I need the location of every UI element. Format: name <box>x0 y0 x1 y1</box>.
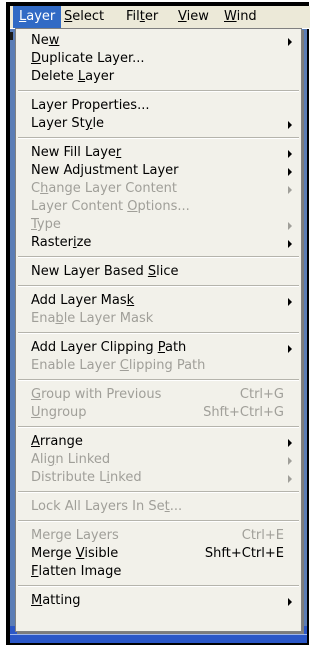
menu-item-new-fill-layer[interactable]: New Fill Layer <box>16 144 301 162</box>
menu-item-label: Change Layer Content <box>31 181 177 196</box>
menu-item-label: Delete Layer <box>31 69 115 84</box>
submenu-arrow-icon <box>288 598 292 606</box>
menu-item-label: Lock All Layers In Set... <box>31 499 183 514</box>
submenu-arrow-icon <box>288 121 292 129</box>
shortcut-text: Shft+Ctrl+E <box>204 546 284 561</box>
menu-bar: Layer Select Filter View Wind <box>10 6 310 29</box>
menu-item-enable-layer-clipping-path[interactable]: Enable Layer Clipping Path <box>16 357 301 375</box>
menu-filter[interactable]: Filter <box>120 6 164 28</box>
menu-item-group-with-previous[interactable]: Group with Previous Ctrl+G <box>16 386 301 404</box>
menu-separator <box>18 285 299 287</box>
status-strip-line <box>10 634 307 635</box>
menu-item-label: Add Layer Clipping Path <box>31 340 187 355</box>
menu-item-add-layer-clipping-path[interactable]: Add Layer Clipping Path <box>16 339 301 357</box>
menu-item-change-layer-content[interactable]: Change Layer Content <box>16 180 301 198</box>
menu-item-type[interactable]: Type <box>16 216 301 234</box>
menu-item-label: Type <box>31 217 61 232</box>
menu-item-matting[interactable]: Matting <box>16 592 301 610</box>
menu-item-label: Layer Style <box>31 116 105 131</box>
menu-layer[interactable]: Layer <box>13 6 62 28</box>
menu-item-enable-layer-mask[interactable]: Enable Layer Mask <box>16 310 301 328</box>
menu-item-label: Align Linked <box>31 452 111 467</box>
layer-dropdown-menu: New Duplicate Layer... Delete Layer Layer P… <box>15 28 302 632</box>
menu-separator <box>18 379 299 381</box>
menu-item-merge-layers[interactable]: Merge Layers Ctrl+E <box>16 527 301 545</box>
submenu-arrow-icon <box>288 38 292 46</box>
menu-separator <box>18 491 299 493</box>
menu-item-label: Group with Previous <box>31 387 162 402</box>
menu-item-new[interactable]: New <box>16 32 301 50</box>
ruler-mark <box>10 32 13 40</box>
menu-item-label: New Layer Based Slice <box>31 264 179 279</box>
shortcut-text: Ctrl+G <box>239 387 284 402</box>
menu-item-layer-properties[interactable]: Layer Properties... <box>16 97 301 115</box>
menu-item-lock-all-layers-in-set[interactable]: Lock All Layers In Set... <box>16 498 301 516</box>
submenu-arrow-icon <box>288 439 292 447</box>
menu-item-label: Add Layer Mask <box>31 293 135 308</box>
submenu-arrow-icon <box>288 150 292 158</box>
menu-item-label: Rasterize <box>31 235 92 250</box>
menu-item-merge-visible[interactable]: Merge Visible Shft+Ctrl+E <box>16 545 301 563</box>
menu-item-layer-content-options[interactable]: Layer Content Options... <box>16 198 301 216</box>
menu-item-label: Enable Layer Mask <box>31 311 154 326</box>
submenu-arrow-icon <box>288 475 292 483</box>
submenu-arrow-icon <box>288 298 292 306</box>
menu-item-label: Matting <box>31 593 81 608</box>
menu-item-ungroup[interactable]: Ungroup Shft+Ctrl+G <box>16 404 301 422</box>
menu-separator <box>18 426 299 428</box>
menu-wind[interactable]: Wind <box>218 6 263 28</box>
menu-separator <box>18 256 299 258</box>
menu-item-label: New Adjustment Layer <box>31 163 179 178</box>
menu-item-label: Distribute Linked <box>31 470 142 485</box>
menu-item-layer-style[interactable]: Layer Style <box>16 115 301 133</box>
submenu-arrow-icon <box>288 168 292 176</box>
shortcut-text: Ctrl+E <box>241 528 284 543</box>
menu-item-label: Layer Content Options... <box>31 199 190 214</box>
menu-separator <box>18 332 299 334</box>
menu-item-arrange[interactable]: Arrange <box>16 433 301 451</box>
menu-item-flatten-image[interactable]: Flatten Image <box>16 563 301 581</box>
menu-select[interactable]: Select <box>58 6 110 28</box>
menu-item-new-layer-based-slice[interactable]: New Layer Based Slice <box>16 263 301 281</box>
menu-item-distribute-linked[interactable]: Distribute Linked <box>16 469 301 487</box>
menu-item-align-linked[interactable]: Align Linked <box>16 451 301 469</box>
menu-view[interactable]: View <box>172 6 215 28</box>
submenu-arrow-icon <box>288 345 292 353</box>
menu-item-label: Arrange <box>31 434 83 449</box>
menu-separator <box>18 137 299 139</box>
menu-item-label: New <box>31 33 60 48</box>
menu-item-label: Ungroup <box>31 405 87 420</box>
menu-item-label: Merge Layers <box>31 528 119 543</box>
menu-item-new-adjustment-layer[interactable]: New Adjustment Layer <box>16 162 301 180</box>
menu-separator <box>18 585 299 587</box>
menu-item-add-layer-mask[interactable]: Add Layer Mask <box>16 292 301 310</box>
submenu-arrow-icon <box>288 186 292 194</box>
submenu-arrow-icon <box>288 457 292 465</box>
menu-item-duplicate-layer[interactable]: Duplicate Layer... <box>16 50 301 68</box>
menu-separator <box>18 520 299 522</box>
menu-item-label: Merge Visible <box>31 546 119 561</box>
menu-item-rasterize[interactable]: Rasterize <box>16 234 301 252</box>
shortcut-text: Shft+Ctrl+G <box>203 405 284 420</box>
submenu-arrow-icon <box>288 240 292 248</box>
menu-item-label: Layer Properties... <box>31 98 150 113</box>
menu-item-label: Duplicate Layer... <box>31 51 145 66</box>
submenu-arrow-icon <box>288 222 292 230</box>
menu-item-label: Enable Layer Clipping Path <box>31 358 206 373</box>
menu-item-label: New Fill Layer <box>31 145 122 160</box>
menu-separator <box>18 90 299 92</box>
menu-item-delete-layer[interactable]: Delete Layer <box>16 68 301 86</box>
menu-item-label: Flatten Image <box>31 564 122 579</box>
